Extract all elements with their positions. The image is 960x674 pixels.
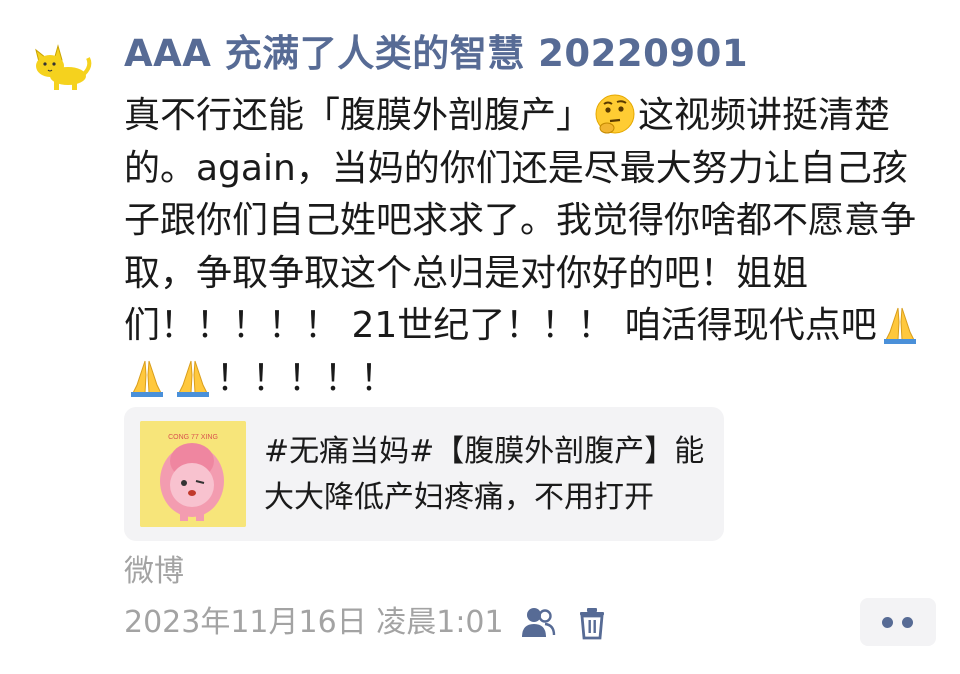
post-timestamp: 2023年11月16日 凌晨1:01 (124, 605, 504, 640)
post-source[interactable]: 微博 (124, 553, 184, 591)
more-button[interactable] (860, 598, 936, 646)
post-meta-row: 2023年11月16日 凌晨1:01 (124, 603, 612, 643)
link-card-title: #无痛当妈#【腹膜外剖腹产】能大大降低产妇疼痛，不用打开 (264, 434, 705, 515)
people-icon[interactable] (518, 603, 558, 643)
avatar[interactable] (30, 36, 94, 92)
author-name[interactable]: AAA 充满了人类的智慧 20220901 (124, 26, 924, 82)
folded-hands-emoji (883, 307, 916, 344)
thinking-face-emoji (595, 94, 635, 134)
post-text-part1: 真不行还能「腹膜外剖腹产」 (124, 95, 593, 136)
more-dots-icon (882, 617, 893, 628)
cartoon-character-thumbnail: CONG 77 XING (140, 421, 246, 527)
post-text-part3: ！！！！！ (216, 357, 397, 399)
post-text: 真不行还能「腹膜外剖腹产」 这视频讲挺清楚的。again，当妈的你们还是尽最大努… (124, 90, 924, 405)
post: AAA 充满了人类的智慧 20220901 真不行还能「腹膜外剖腹产」 这视频讲… (124, 26, 924, 405)
link-card-thumbnail: CONG 77 XING (140, 421, 246, 527)
link-card[interactable]: CONG 77 XING #无痛当妈#【腹膜外剖腹产】能大大降低产妇疼痛，不用打… (124, 407, 724, 541)
more-dots-icon (902, 617, 913, 628)
trash-icon[interactable] (572, 603, 612, 643)
folded-hands-emoji (177, 360, 209, 397)
yellow-cat-icon (35, 44, 92, 90)
thumbnail-caption: CONG 77 XING (168, 434, 218, 441)
folded-hands-emoji (131, 360, 163, 397)
